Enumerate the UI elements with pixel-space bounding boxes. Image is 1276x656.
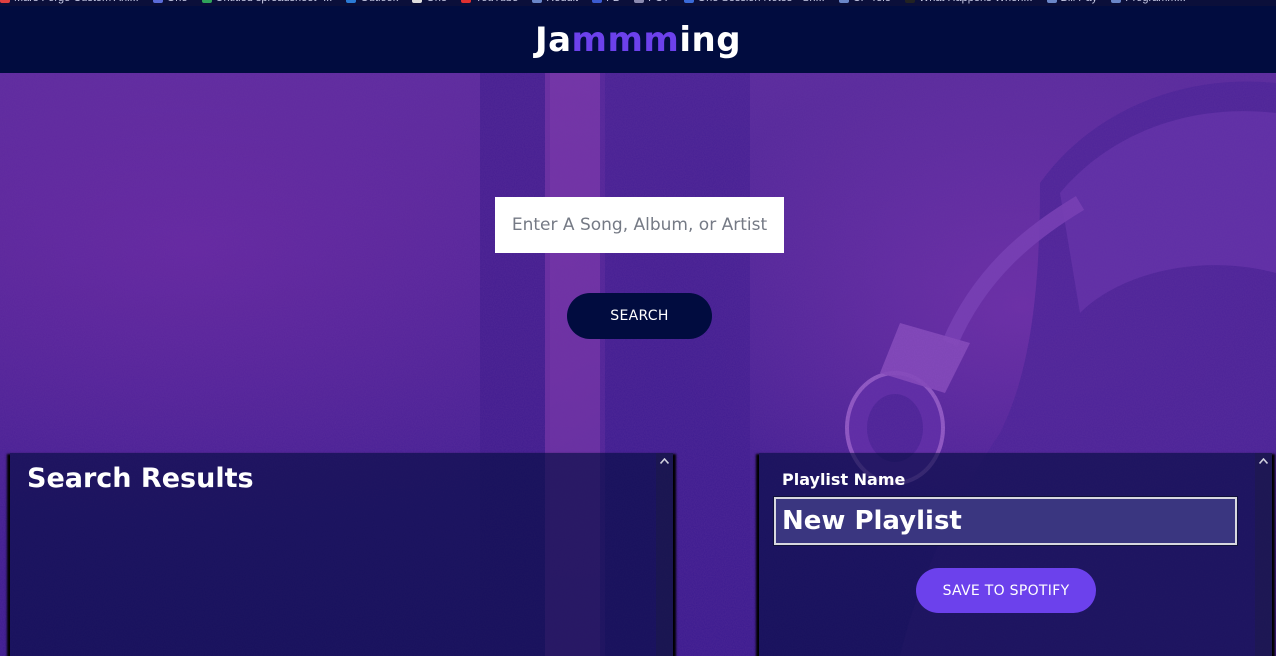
search-results-panel: Search Results bbox=[10, 453, 673, 656]
bookmarks-list: Mars Forge Custom Ani... One Untitled spre… bbox=[0, 0, 1186, 5]
bookmark-label: Mars Forge Custom Ani... bbox=[14, 0, 139, 4]
bookmark-item[interactable]: FB bbox=[592, 0, 620, 4]
bookmark-icon bbox=[838, 0, 849, 3]
bookmark-icon bbox=[152, 0, 163, 3]
bookmark-label: YouTube bbox=[475, 0, 518, 4]
bookmark-item[interactable]: Outlook bbox=[346, 0, 398, 4]
bookmark-item[interactable]: One bbox=[152, 0, 188, 4]
logo-text-accent: mmm bbox=[571, 19, 680, 60]
playlist-scrollbar[interactable] bbox=[1255, 453, 1272, 656]
chevron-up-icon[interactable] bbox=[1258, 455, 1269, 466]
bookmark-icon bbox=[683, 0, 694, 3]
bookmark-item[interactable]: Bill Pay bbox=[1046, 0, 1098, 4]
playlist-name-label: Playlist Name bbox=[782, 470, 906, 489]
bookmark-item[interactable]: Reddit bbox=[532, 0, 578, 4]
bookmark-item[interactable]: CP Tele bbox=[838, 0, 891, 4]
bookmark-item[interactable]: Mars Forge Custom Ani... bbox=[0, 0, 139, 4]
playlist-panel: Playlist Name SAVE TO SPOTIFY bbox=[759, 453, 1272, 656]
bookmark-item[interactable]: FCT bbox=[634, 0, 670, 4]
bookmark-item[interactable]: Programm... bbox=[1111, 0, 1186, 4]
bookmark-item[interactable]: What Happens When... bbox=[904, 0, 1033, 4]
bookmark-icon bbox=[461, 0, 472, 3]
bookmark-label: One bbox=[426, 0, 447, 4]
search-input[interactable] bbox=[495, 197, 784, 253]
bookmark-item[interactable]: YouTube bbox=[461, 0, 518, 4]
bookmark-label: Outlook bbox=[360, 0, 398, 4]
bookmark-icon bbox=[346, 0, 357, 3]
bookmark-item[interactable]: One bbox=[412, 0, 447, 4]
bookmark-icon bbox=[1111, 0, 1122, 3]
search-results-title: Search Results bbox=[27, 463, 254, 494]
bookmark-label: Reddit bbox=[546, 0, 578, 4]
bookmark-label: One bbox=[167, 0, 188, 4]
bookmark-icon bbox=[0, 0, 10, 3]
bookmark-label: What Happens When... bbox=[919, 0, 1033, 4]
bookmark-icon bbox=[634, 0, 645, 3]
search-results-scrollbar[interactable] bbox=[656, 453, 673, 656]
bookmark-label: One Session Notes - Sh... bbox=[698, 0, 825, 4]
bookmark-label: Untitled spreadsheet -... bbox=[216, 0, 333, 4]
app-header: Jammming bbox=[0, 6, 1276, 73]
bookmark-label: FB bbox=[606, 0, 620, 4]
chevron-up-icon[interactable] bbox=[659, 455, 670, 466]
bookmark-icon bbox=[1046, 0, 1057, 3]
bookmark-item[interactable]: One Session Notes - Sh... bbox=[683, 0, 825, 4]
logo-text-end: ing bbox=[679, 19, 742, 60]
bookmark-icon bbox=[412, 0, 423, 3]
bookmark-icon bbox=[532, 0, 543, 3]
bookmark-label: Bill Pay bbox=[1061, 0, 1098, 4]
search-button[interactable]: SEARCH bbox=[567, 293, 712, 339]
bookmark-label: Programm... bbox=[1125, 0, 1186, 4]
bookmark-icon bbox=[592, 0, 603, 3]
save-to-spotify-button[interactable]: SAVE TO SPOTIFY bbox=[916, 568, 1096, 613]
logo-text-start: Ja bbox=[534, 19, 572, 60]
playlist-name-input[interactable] bbox=[773, 496, 1238, 546]
bookmark-icon bbox=[201, 0, 212, 3]
bookmark-item[interactable]: Untitled spreadsheet -... bbox=[201, 0, 333, 4]
bookmark-label: CP Tele bbox=[853, 0, 891, 4]
app-logo: Jammming bbox=[535, 20, 741, 60]
bookmark-label: FCT bbox=[648, 0, 669, 4]
bookmark-icon bbox=[904, 0, 915, 3]
